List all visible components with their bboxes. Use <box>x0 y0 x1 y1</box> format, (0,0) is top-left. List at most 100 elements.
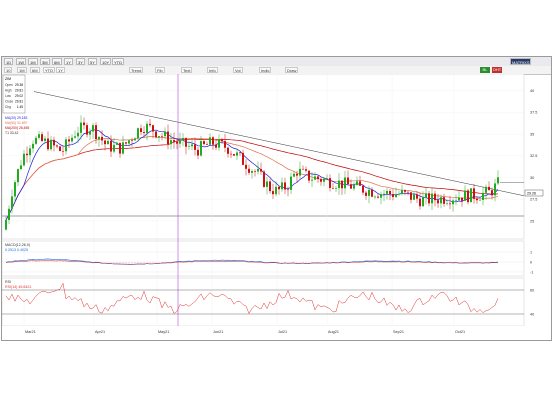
toolbar-info-button[interactable]: Info <box>207 67 218 73</box>
price-tick-label: 27.5 <box>530 198 537 202</box>
candle-body <box>164 131 166 137</box>
candle-body <box>236 152 238 156</box>
price-chart[interactable]: 1 0 -1 60 40 40 37.5 35 32.5 30 27.5 25 Mar21 Apr21… <box>2 74 551 340</box>
candle-body <box>416 194 418 199</box>
candle-body <box>62 151 64 152</box>
candle-body <box>257 168 259 172</box>
candle-body <box>269 181 271 192</box>
candle-body <box>290 176 292 190</box>
candle-body <box>401 190 403 194</box>
interval-tab-3y[interactable]: 3Y <box>76 58 85 65</box>
candle-body <box>335 188 337 189</box>
candle-body <box>305 169 307 171</box>
indicator-label: MA(50) 31.697 <box>5 121 28 125</box>
candle-body <box>398 193 400 195</box>
candle-body <box>323 178 325 182</box>
x-axis-month-label: Jun21 <box>213 330 223 334</box>
candle-body <box>56 145 58 147</box>
quote-symbol: ZIM <box>5 77 11 81</box>
interval-tab-10y[interactable]: 10Y <box>100 58 112 65</box>
candle-body <box>332 187 334 189</box>
candle-body <box>176 141 178 144</box>
candle-body <box>344 177 346 189</box>
interval-tab-1y[interactable]: 1Y <box>64 58 73 65</box>
toolbar-indic-button[interactable]: Indic <box>259 67 272 73</box>
candle-body <box>8 208 10 221</box>
toolbar-draw-button[interactable]: Draw <box>285 67 299 73</box>
candle-body <box>362 185 364 193</box>
candle-body <box>251 171 253 173</box>
toolbar-fib-button[interactable]: Fib <box>155 67 165 73</box>
interval-tab-1w[interactable]: 1W <box>16 58 26 65</box>
candle-body <box>410 192 412 200</box>
interval-tab-1d[interactable]: 1D <box>4 58 14 65</box>
toolbar-trend-button[interactable]: Trend <box>129 67 144 73</box>
candle-body <box>134 138 136 141</box>
candle-body <box>431 193 433 204</box>
candle-body <box>407 191 409 193</box>
candle-body <box>230 153 232 155</box>
quote-label: High <box>5 89 12 93</box>
range-button-10[interactable]: 10 <box>4 67 13 73</box>
candle-body <box>200 141 202 156</box>
matrix-label[interactable]: MATRIXS <box>510 58 532 65</box>
candle-body <box>23 153 25 166</box>
candle-body <box>47 138 49 150</box>
quote-box: ZIM Open 29.38High 29.81Low 29.02Close 29.81… <box>2 74 26 114</box>
interval-tab-1m[interactable]: 1M <box>28 58 38 65</box>
candle-body <box>125 142 127 144</box>
interval-tab-6m[interactable]: 6M <box>52 58 62 65</box>
candle-body <box>98 136 100 140</box>
interval-tab-5y[interactable]: 5Y <box>88 58 97 65</box>
candle-body <box>224 141 226 148</box>
candle-body <box>197 149 199 156</box>
candle-body <box>338 180 340 189</box>
quote-value: 29.38 <box>15 83 23 87</box>
interval-tab-ytd[interactable]: YTD <box>112 58 124 65</box>
candle-body <box>209 137 211 145</box>
candle-body <box>194 144 196 150</box>
candle-body <box>374 196 376 198</box>
candle-body <box>473 188 475 199</box>
quote-value: 29.81 <box>15 89 23 93</box>
candle-body <box>44 138 46 141</box>
macd-title: MACD(12,26,9) <box>5 243 30 247</box>
x-axis-month-label: Jul21 <box>278 330 287 334</box>
candle-body <box>284 182 286 190</box>
price-tick-label: 25 <box>530 219 534 223</box>
candle-body <box>488 186 490 191</box>
candle-body <box>287 189 289 191</box>
candle-body <box>29 148 31 156</box>
range-button-1m[interactable]: 1M <box>17 67 27 73</box>
candle-body <box>467 190 469 203</box>
candle-body <box>275 186 277 195</box>
candle-body <box>71 137 73 142</box>
candle-body <box>116 142 118 145</box>
candle-body <box>20 165 22 170</box>
macd-panel <box>2 240 525 277</box>
interval-tab-3m[interactable]: 3M <box>40 58 50 65</box>
candle-body <box>368 189 370 196</box>
candle-body <box>86 125 88 135</box>
toolbar-vol-button[interactable]: Vol <box>233 67 243 73</box>
candle-body <box>146 123 148 133</box>
candle-body <box>476 198 478 201</box>
candle-body <box>422 197 424 207</box>
candle-body <box>461 197 463 201</box>
x-axis-month-label: Apr21 <box>95 330 105 334</box>
range-button-1y[interactable]: 1Y <box>56 67 65 73</box>
status-swatch-bl[interactable]: BL <box>480 67 490 73</box>
candle-body <box>455 200 457 201</box>
candle-body <box>50 139 52 150</box>
candle-body <box>428 193 430 204</box>
candle-body <box>245 164 247 169</box>
candle-body <box>80 122 82 133</box>
status-swatch-oht[interactable]: OHT <box>492 67 502 73</box>
range-button-ytd[interactable]: YTD <box>43 67 55 73</box>
candle-body <box>392 194 394 198</box>
candle-body <box>149 123 151 126</box>
toolbar-text-button[interactable]: Text <box>181 67 193 73</box>
candle-body <box>110 140 112 152</box>
quote-value: 29.81 <box>15 100 23 104</box>
range-button-6m[interactable]: 6M <box>30 67 40 73</box>
